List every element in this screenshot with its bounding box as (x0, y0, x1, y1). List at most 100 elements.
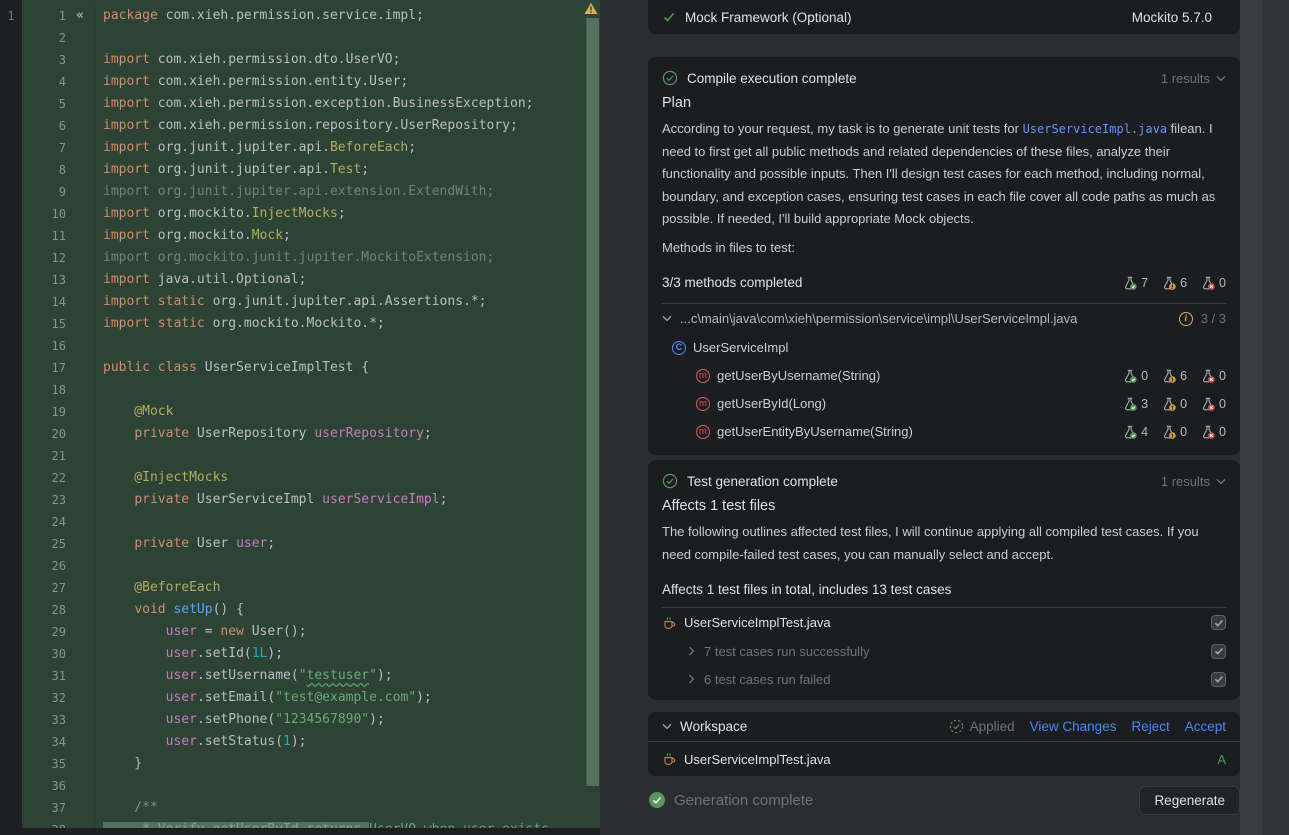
code-line: 3import com.xieh.permission.dto.UserVO; (22, 49, 600, 71)
line-number: 20 (22, 423, 66, 445)
line-number: 16 (22, 335, 66, 357)
mock-framework-row[interactable]: Mock Framework (Optional) Mockito 5.7.0 (648, 0, 1240, 34)
test-file-name: UserServiceImplTest.java (684, 615, 831, 630)
fold-spacer (66, 775, 94, 797)
test-group-label: 6 test cases run failed (704, 672, 830, 687)
code-line: 23 private UserServiceImpl userServiceIm… (22, 489, 600, 511)
regenerate-button[interactable]: Regenerate (1139, 786, 1240, 815)
applied-label: Applied (970, 719, 1015, 734)
applied-check-icon (949, 719, 964, 734)
code-line: 9import org.junit.jupiter.api.extension.… (22, 181, 600, 203)
code-editor[interactable]: 1 1«package com.xieh.permission.service.… (0, 0, 600, 828)
fold-spacer (66, 159, 94, 181)
workspace-header[interactable]: Workspace Applied View Changes Reject Ac… (648, 712, 1240, 742)
line-number: 26 (22, 555, 66, 577)
flask-fail-icon (1201, 276, 1215, 290)
plan-inline-code[interactable]: UserServiceImpl.java (1023, 122, 1168, 136)
chevron-right-icon[interactable] (688, 646, 695, 656)
generation-status-label: Generation complete (674, 792, 813, 809)
fold-spacer (66, 423, 94, 445)
code-text: private UserServiceImpl userServiceImpl; (94, 489, 600, 511)
code-area[interactable]: 1«package com.xieh.permission.service.im… (22, 0, 600, 828)
fold-spacer (66, 269, 94, 291)
plan-text-before: According to your request, my task is to… (662, 121, 1023, 136)
code-text: import static org.mockito.Mockito.*; (94, 313, 600, 335)
workspace-file-row[interactable]: UserServiceImplTest.java A (648, 742, 1240, 776)
code-line: 19 @Mock (22, 401, 600, 423)
reject-link[interactable]: Reject (1131, 719, 1169, 734)
code-line: 13import java.util.Optional; (22, 269, 600, 291)
code-line: 29 user = new User(); (22, 621, 600, 643)
flask-pass-icon (1123, 369, 1137, 383)
method-row[interactable]: m getUserEntityByUsername(String) 4 0 0 (662, 418, 1226, 446)
method-row[interactable]: m getUserByUsername(String) 0 6 0 (662, 362, 1226, 390)
test-file-row[interactable]: UserServiceImplTest.java (662, 608, 1226, 637)
test-group-checkbox[interactable] (1211, 672, 1226, 687)
code-line: 38 * Verify getUserById returns UserVO w… (22, 819, 600, 828)
panel-scroll-track[interactable] (1240, 0, 1262, 835)
line-number: 4 (22, 71, 66, 93)
chevron-right-icon[interactable] (688, 674, 695, 684)
chevron-down-icon (1216, 478, 1226, 485)
code-text (94, 335, 600, 357)
editor-scrollbar-thumb[interactable] (586, 18, 599, 786)
code-line: 7import org.junit.jupiter.api.BeforeEach… (22, 137, 600, 159)
testgen-paragraph: The following outlines affected test fil… (662, 521, 1226, 566)
code-text: } (94, 753, 600, 775)
code-text: public class UserServiceImplTest { (94, 357, 600, 379)
fold-spacer (66, 599, 94, 621)
flask-fail-icon (1201, 425, 1215, 439)
code-text: user.setStatus(1); (94, 731, 600, 753)
affects-heading: Affects 1 test files (662, 498, 1226, 514)
flask-pass-icon (1123, 397, 1137, 411)
line-number: 36 (22, 775, 66, 797)
chevron-down-icon[interactable] (662, 723, 672, 730)
file-status-added: A (1217, 752, 1226, 767)
flask-fail-icon (1201, 369, 1215, 383)
fold-spacer (66, 709, 94, 731)
fold-spacer (66, 467, 94, 489)
info-icon: i (1179, 312, 1193, 326)
line-number: 28 (22, 599, 66, 621)
testgen-summary: Affects 1 test files in total, includes … (662, 582, 1226, 597)
chevron-down-icon[interactable] (662, 315, 672, 322)
line-number: 2 (22, 27, 66, 49)
compile-results-dropdown[interactable]: 1 results (1161, 71, 1226, 86)
code-line: 32 user.setEmail("test@example.com"); (22, 687, 600, 709)
fold-marker-icon[interactable]: « (66, 5, 94, 27)
fold-spacer (66, 291, 94, 313)
test-file-checkbox[interactable] (1211, 615, 1226, 630)
warning-triangle-icon[interactable] (584, 2, 598, 15)
workspace-file-name: UserServiceImplTest.java (684, 752, 831, 767)
testgen-results-dropdown[interactable]: 1 results (1161, 474, 1226, 489)
test-group-checkbox[interactable] (1211, 644, 1226, 659)
code-line: 14import static org.junit.jupiter.api.As… (22, 291, 600, 313)
method-test-badges: 0 6 0 (1123, 369, 1226, 383)
fold-spacer (66, 445, 94, 467)
line-number: 19 (22, 401, 66, 423)
code-line: 30 user.setId(1L); (22, 643, 600, 665)
failed-count-badge: 0 (1201, 397, 1226, 411)
code-line: 27 @BeforeEach (22, 577, 600, 599)
code-text: user.setPhone("1234567890"); (94, 709, 600, 731)
flask-fail-icon (1201, 397, 1215, 411)
code-line: 34 user.setStatus(1); (22, 731, 600, 753)
line-number: 6 (22, 115, 66, 137)
code-text: import com.xieh.permission.repository.Us… (94, 115, 600, 137)
test-group-row[interactable]: 6 test cases run failed (662, 665, 1226, 693)
view-changes-link[interactable]: View Changes (1030, 719, 1117, 734)
accept-link[interactable]: Accept (1185, 719, 1226, 734)
generation-status: Generation complete (648, 791, 813, 809)
file-tree-row[interactable]: ...c\main\java\com\xieh\permission\servi… (662, 304, 1226, 334)
class-tree-row[interactable]: C UserServiceImpl (662, 334, 1226, 362)
fold-spacer (66, 621, 94, 643)
method-row[interactable]: m getUserById(Long) 3 0 0 (662, 390, 1226, 418)
passed-count-badge: 4 (1123, 425, 1148, 439)
test-group-row[interactable]: 7 test cases run successfully (662, 637, 1226, 665)
code-line: 37 /** (22, 797, 600, 819)
code-text: import org.junit.jupiter.api.Test; (94, 159, 600, 181)
fold-spacer (66, 731, 94, 753)
passed-count: 4 (1141, 425, 1148, 439)
method-name: getUserById(Long) (717, 396, 826, 411)
line-number: 10 (22, 203, 66, 225)
